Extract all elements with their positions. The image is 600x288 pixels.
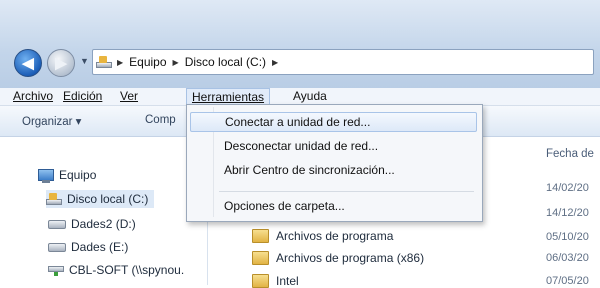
breadcrumb-disco-local[interactable]: Disco local (C:)	[181, 55, 270, 69]
share-button[interactable]: Comp	[145, 114, 176, 126]
forward-arrow-icon: ▶	[55, 55, 67, 72]
back-button[interactable]: ◀	[14, 49, 42, 77]
date-cell: 07/05/20	[546, 275, 589, 287]
local-disk-icon	[46, 193, 62, 205]
recent-pages-chevron-icon[interactable]: ▼	[80, 56, 89, 66]
column-header-date[interactable]: Fecha de	[546, 148, 594, 160]
folder-icon	[252, 251, 269, 265]
organize-button[interactable]: Organizar ▾	[22, 114, 81, 128]
drive-icon	[48, 219, 66, 229]
list-item[interactable]: Intel	[252, 274, 299, 288]
nav-item-dades2[interactable]: Dades2 (D:)	[48, 215, 136, 233]
breadcrumb-separator-icon[interactable]: ▶	[270, 58, 280, 67]
list-item[interactable]: Archivos de programa (x86)	[252, 251, 424, 265]
navigation-pane: Equipo Disco local (C:) Dades2 (D:) Dade…	[0, 137, 208, 285]
nav-item-disco-local[interactable]: Disco local (C:)	[46, 190, 155, 208]
drive-icon	[48, 242, 66, 252]
date-cell: 14/02/20	[546, 182, 589, 194]
date-cell: 06/03/20	[546, 252, 589, 264]
nav-item-dades[interactable]: Dades (E:)	[48, 238, 128, 256]
address-bar[interactable]: ▶ Equipo ▶ Disco local (C:) ▶	[92, 49, 594, 75]
nav-item-cbl-soft[interactable]: CBL-SOFT (\\spynou.	[48, 261, 184, 279]
menu-item-disconnect-network-drive[interactable]: Desconectar unidad de red...	[190, 136, 477, 156]
menu-herramientas[interactable]: Herramientas	[186, 88, 271, 105]
tools-dropdown-menu: Conectar a unidad de red... Desconectar …	[186, 104, 483, 222]
local-disk-icon	[93, 50, 115, 74]
menu-item-folder-options[interactable]: Opciones de carpeta...	[190, 196, 477, 216]
network-drive-icon	[48, 264, 64, 276]
folder-icon	[252, 274, 269, 288]
menu-item-map-network-drive[interactable]: Conectar a unidad de red...	[190, 112, 477, 132]
computer-icon	[38, 169, 54, 183]
breadcrumb-separator-icon[interactable]: ▶	[115, 58, 125, 67]
breadcrumb-equipo[interactable]: Equipo	[125, 55, 170, 69]
menu-archivo[interactable]: Archivo	[8, 88, 58, 105]
list-item[interactable]: Archivos de programa	[252, 229, 393, 243]
menu-ver[interactable]: Ver	[115, 88, 143, 105]
menu-edicion[interactable]: Edición	[58, 88, 107, 105]
menu-separator	[219, 191, 474, 192]
date-cell: 14/12/20	[546, 207, 589, 219]
date-cell: 05/10/20	[546, 231, 589, 243]
breadcrumb-separator-icon[interactable]: ▶	[171, 58, 181, 67]
forward-button[interactable]: ▶	[47, 49, 75, 77]
menu-ayuda[interactable]: Ayuda	[288, 88, 332, 105]
menu-item-open-sync-center[interactable]: Abrir Centro de sincronización...	[190, 160, 477, 180]
nav-item-equipo[interactable]: Equipo	[38, 166, 96, 184]
folder-icon	[252, 229, 269, 243]
back-arrow-icon: ◀	[22, 55, 34, 72]
